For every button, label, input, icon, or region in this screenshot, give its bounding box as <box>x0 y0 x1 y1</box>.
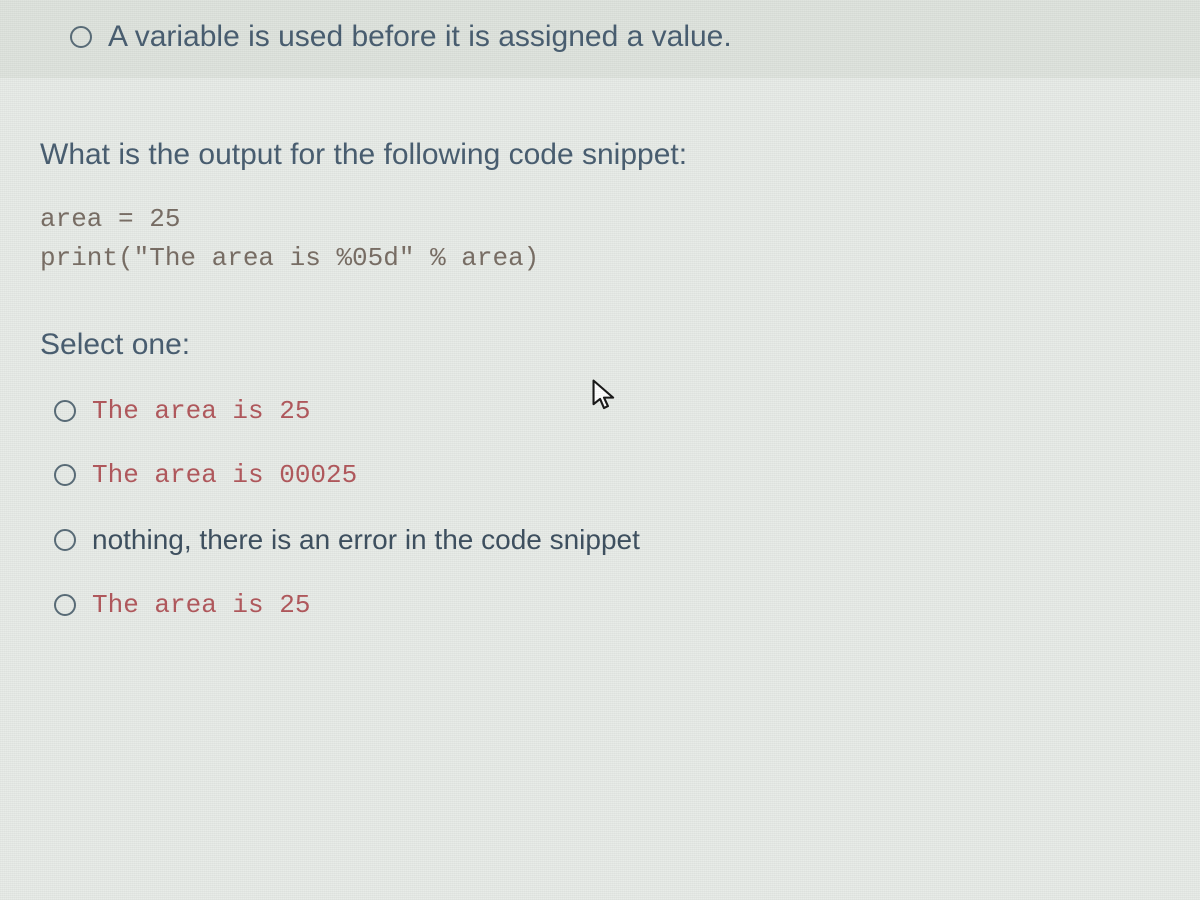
select-one-label: Select one: <box>40 328 1160 362</box>
radio-icon[interactable] <box>54 400 76 422</box>
code-snippet: area = 25 print("The area is %05d" % are… <box>40 200 1160 278</box>
quiz-container: A variable is used before it is assigned… <box>0 0 1200 694</box>
option-4[interactable]: The area is 25 <box>54 590 1160 620</box>
code-line-1: area = 25 <box>40 200 1160 239</box>
options-list: The area is 25 The area is 00025 nothing… <box>40 396 1160 620</box>
cursor-icon <box>590 378 618 412</box>
radio-icon[interactable] <box>70 26 92 48</box>
radio-icon[interactable] <box>54 464 76 486</box>
option-3[interactable]: nothing, there is an error in the code s… <box>54 524 1160 556</box>
option-label: The area is 25 <box>92 396 310 426</box>
radio-icon[interactable] <box>54 594 76 616</box>
option-label: The area is 00025 <box>92 460 357 490</box>
question-prompt: What is the output for the following cod… <box>40 138 1160 172</box>
previous-question-option[interactable]: A variable is used before it is assigned… <box>0 0 1200 78</box>
option-label: The area is 25 <box>92 590 310 620</box>
previous-option-label: A variable is used before it is assigned… <box>108 20 732 54</box>
code-line-2: print("The area is %05d" % area) <box>40 239 1160 278</box>
option-2[interactable]: The area is 00025 <box>54 460 1160 490</box>
option-label: nothing, there is an error in the code s… <box>92 524 640 556</box>
radio-icon[interactable] <box>54 529 76 551</box>
